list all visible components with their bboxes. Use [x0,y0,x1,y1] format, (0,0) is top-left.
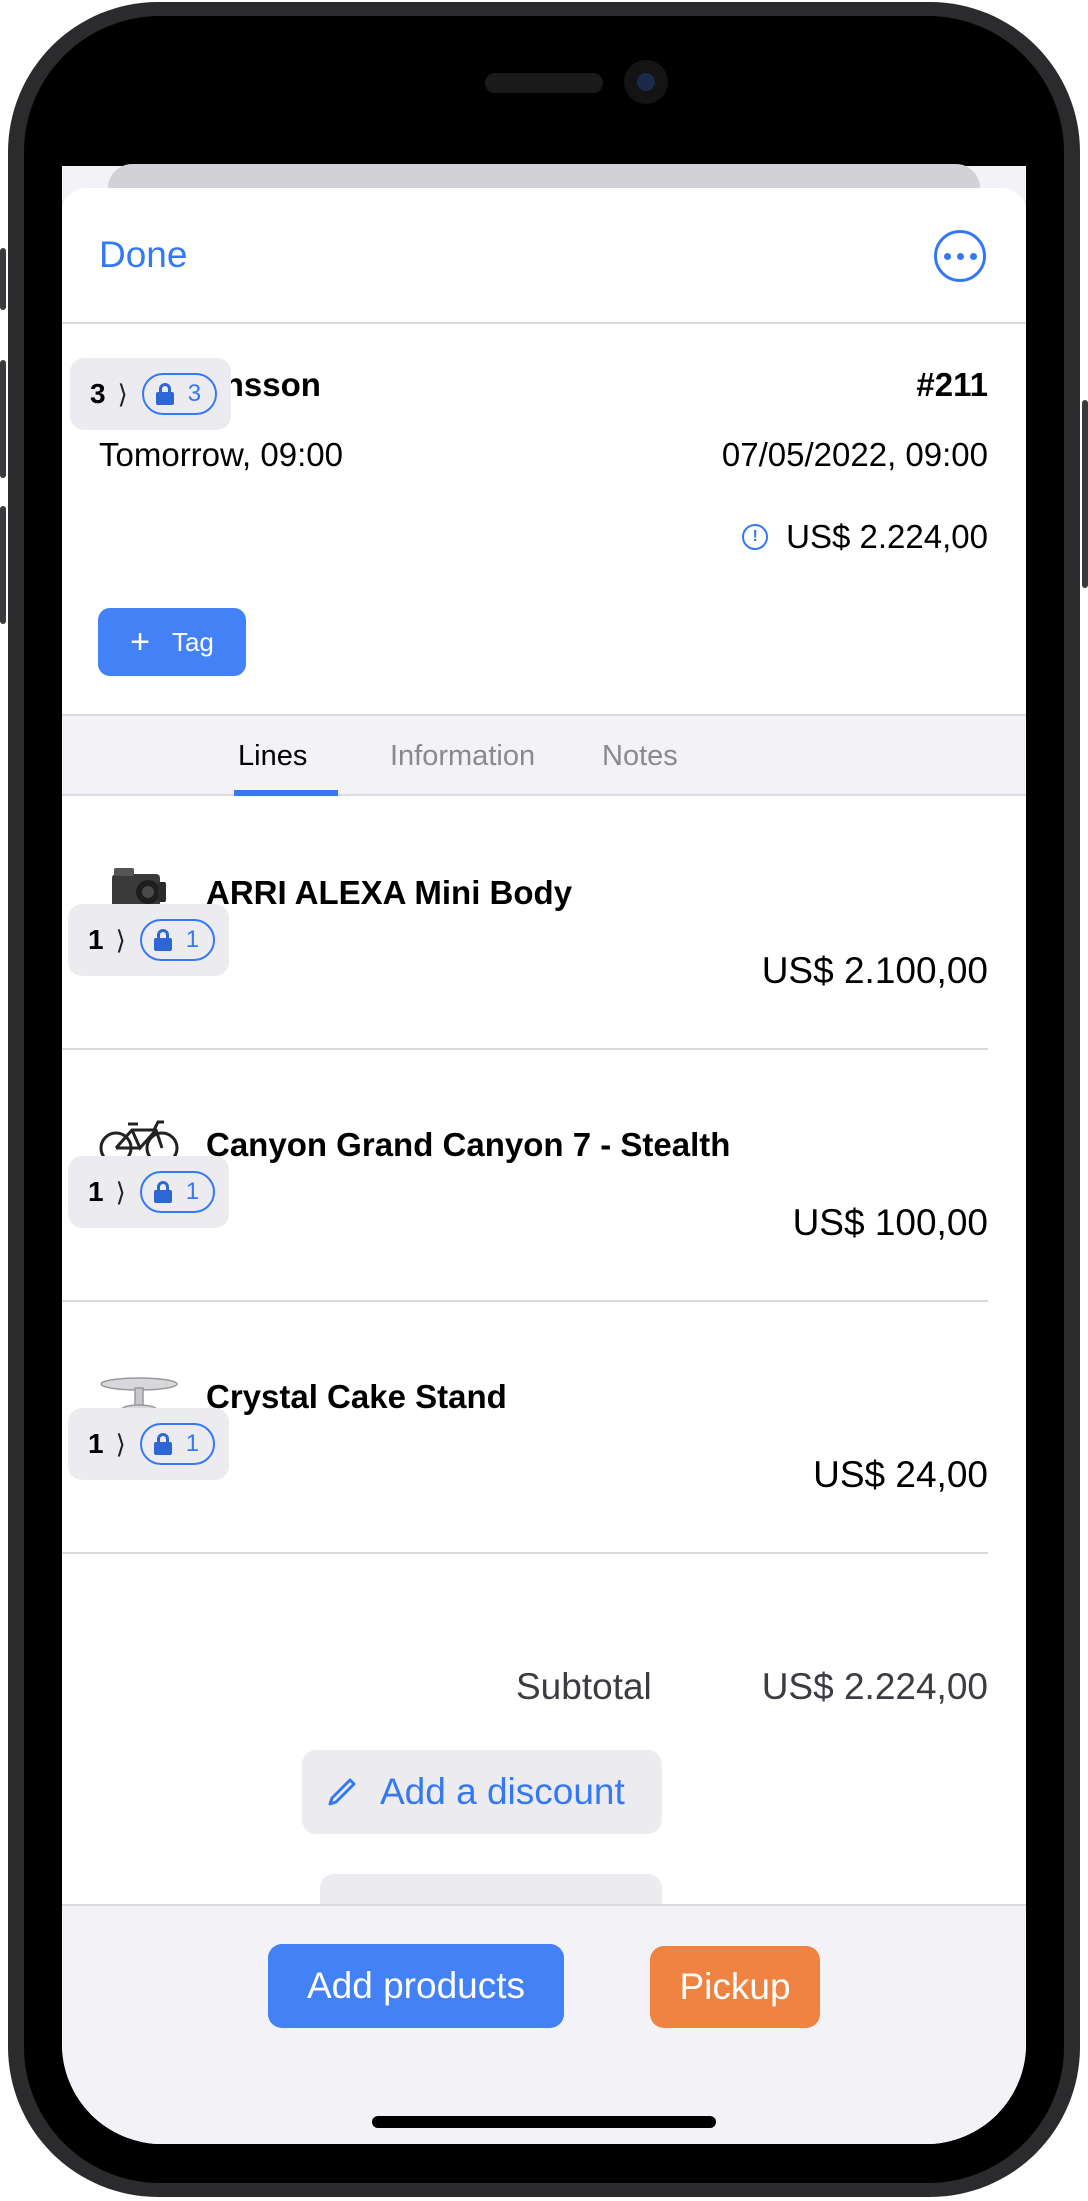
add-products-button[interactable]: Add products [268,1944,564,2028]
volume-down-button [0,506,6,624]
quantity-value: 1 [88,1428,104,1459]
add-discount-button[interactable]: Add a discount [302,1750,662,1834]
line-quantity-chip[interactable]: 1 ⟩ 1 [68,904,230,976]
reserved-count: 1 [185,926,200,953]
reserved-count: 1 [185,1178,200,1205]
chevron-right-icon: ⟩ [115,1176,126,1207]
exclamation-circle-icon: ! [742,524,769,550]
lock-icon [153,1433,172,1455]
active-tab-indicator [234,790,338,796]
tag-label: Tag [171,626,214,657]
reserved-badge: 3 [141,373,218,415]
done-button[interactable]: Done [99,234,187,276]
bottom-action-bar: Add products Pickup [62,1904,1026,2144]
order-number: #211 [916,366,988,403]
speaker-grille [485,73,603,93]
ellipsis-circle-icon[interactable] [934,230,986,282]
line-price: US$ 2.100,00 [761,950,988,991]
volume-up-button [0,360,6,478]
power-button [1082,400,1088,588]
order-quantity-chip[interactable]: 3 ⟩ 3 [70,358,232,430]
front-camera [624,60,668,104]
reserved-count: 3 [187,380,202,407]
line-item[interactable]: ARRI ALEXA Mini Body 1 ⟩ 1 US$ 2.100,00 [62,798,1026,1050]
quantity-value: 1 [88,924,104,955]
subtotal-label: Subtotal [516,1666,652,1707]
add-discount-label: Add a discount [380,1771,625,1812]
lock-icon [153,929,172,951]
plus-icon: + [130,623,150,661]
order-sheet: Done Joe Johnsson #211 Tomorrow, 09:00 0… [62,188,1026,2144]
chevron-right-icon: ⟩ [115,924,126,955]
lock-icon [155,383,174,405]
line-item[interactable]: Canyon Grand Canyon 7 - Stealth 1 ⟩ 1 US… [62,1050,1026,1302]
line-quantity-chip[interactable]: 1 ⟩ 1 [68,1156,230,1228]
pickup-button[interactable]: Pickup [650,1946,820,2028]
chevron-right-icon: ⟩ [117,378,128,409]
reserved-count: 1 [185,1430,200,1457]
order-total[interactable]: ! US$ 2.224,00 [742,518,988,556]
add-tag-button[interactable]: + Tag [98,608,246,676]
home-indicator [372,2116,716,2128]
line-item[interactable]: Crystal Cake Stand 1 ⟩ 1 US$ 24,00 [62,1302,1026,1554]
chevron-right-icon: ⟩ [115,1428,126,1459]
pencil-icon [328,1778,356,1806]
product-name: Canyon Grand Canyon 7 - Stealth [206,1126,731,1163]
tab-lines[interactable]: Lines [238,740,307,773]
reserved-badge: 1 [139,1171,216,1213]
tab-bar: Lines Information Notes [62,714,1026,796]
relative-time: Tomorrow, 09:00 [99,436,343,473]
quantity-value: 3 [90,378,106,409]
lock-icon [153,1181,172,1203]
order-datetime: 07/05/2022, 09:00 [721,436,988,473]
tab-information[interactable]: Information [390,740,535,773]
subtotal-value: US$ 2.224,00 [761,1666,988,1707]
line-price: US$ 24,00 [813,1454,988,1495]
mute-switch [0,248,6,310]
line-quantity-chip[interactable]: 1 ⟩ 1 [68,1408,230,1480]
total-amount: US$ 2.224,00 [786,518,988,555]
line-price: US$ 100,00 [792,1202,988,1243]
product-name: Crystal Cake Stand [206,1378,507,1415]
reserved-badge: 1 [139,1423,216,1465]
product-name: ARRI ALEXA Mini Body [206,874,573,911]
divider [62,1552,988,1554]
nav-bar: Done [62,188,1026,324]
quantity-value: 1 [88,1176,104,1207]
tab-notes[interactable]: Notes [602,740,678,773]
reserved-badge: 1 [139,919,216,961]
